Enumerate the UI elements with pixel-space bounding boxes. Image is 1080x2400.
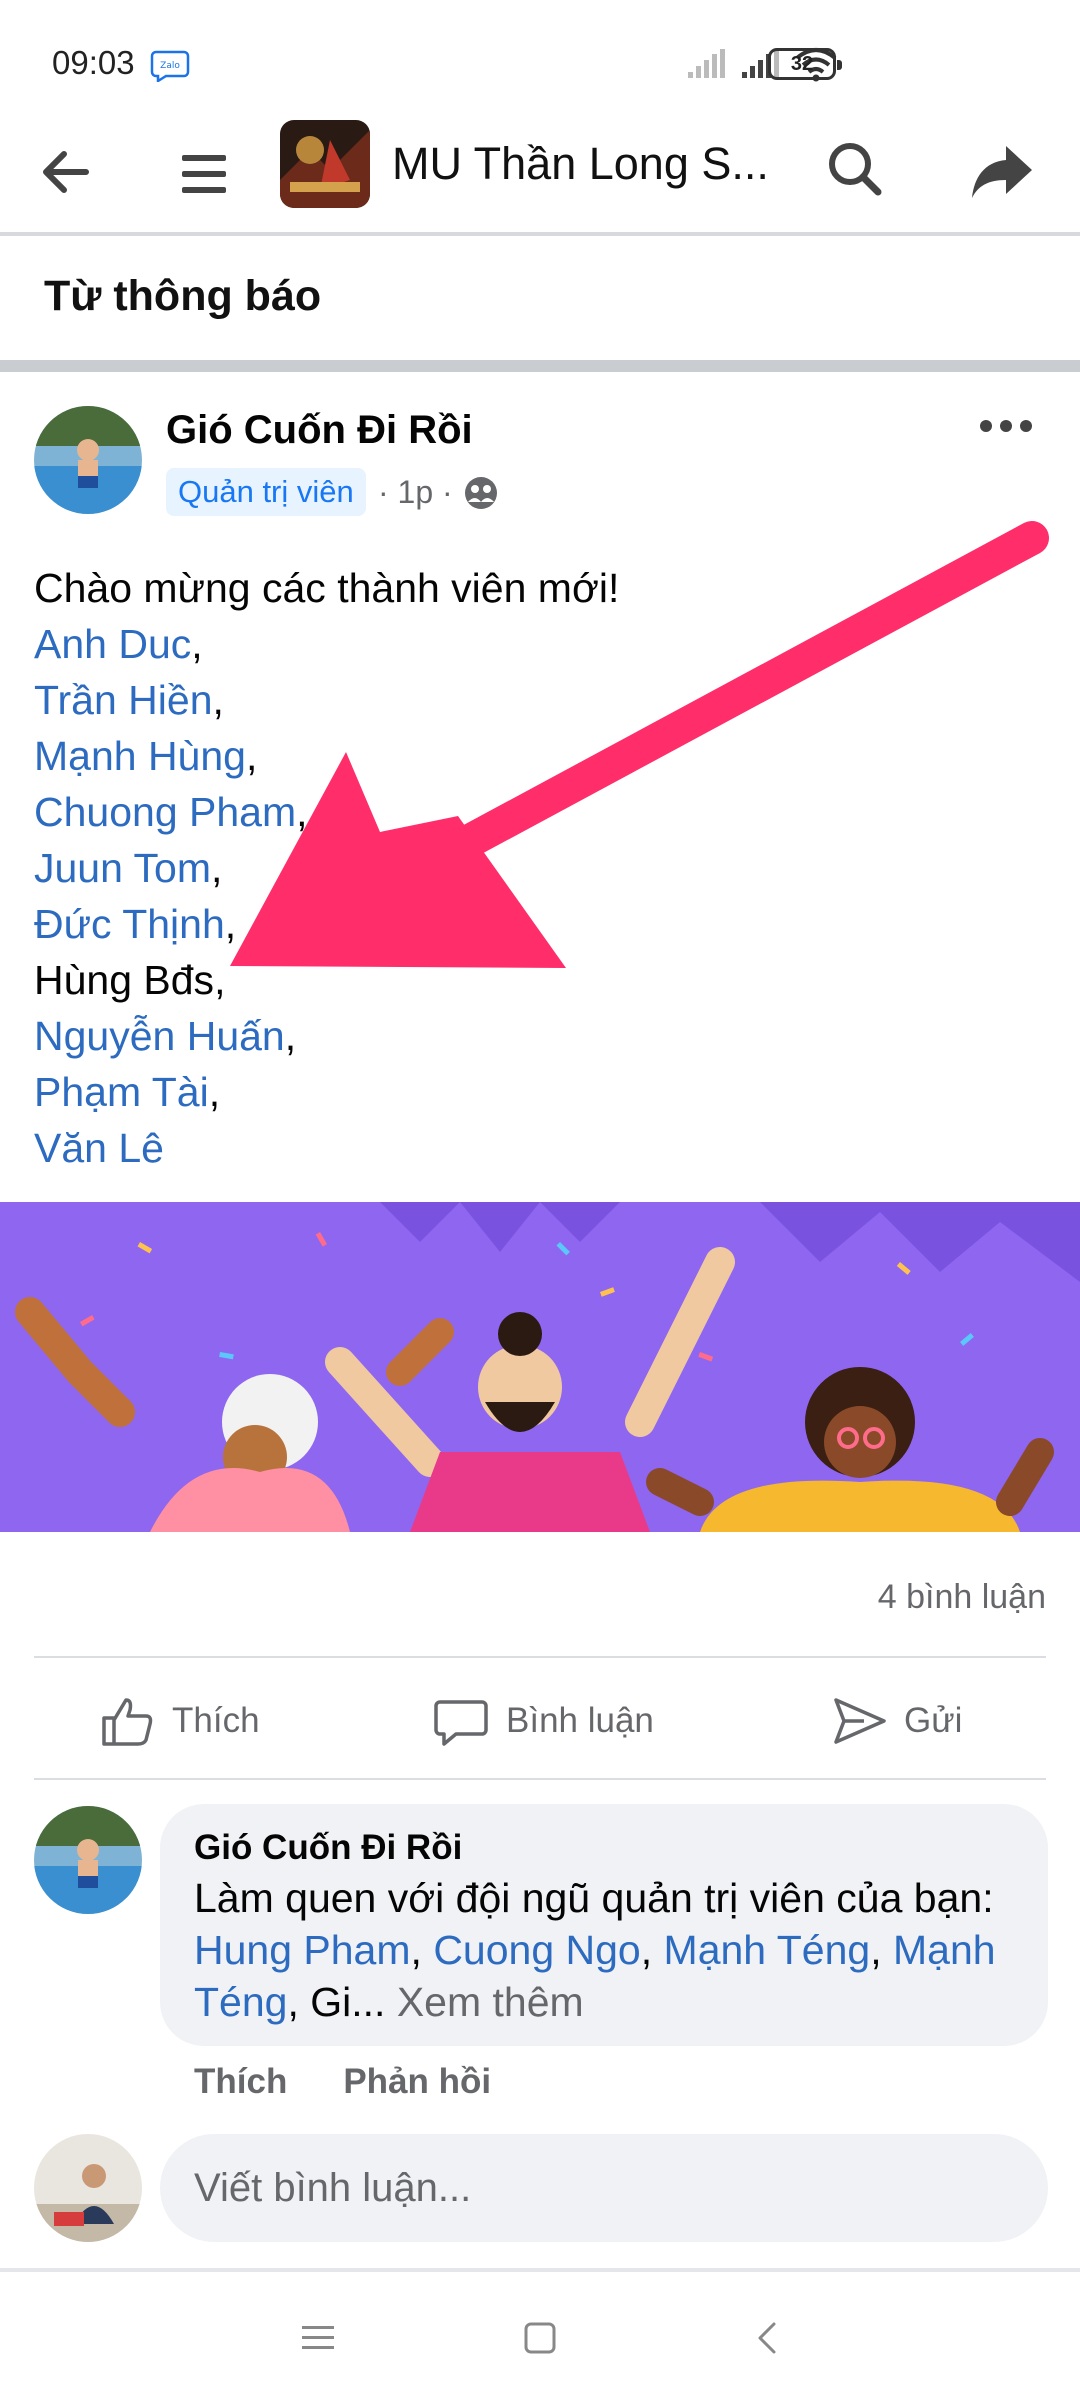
status-time: 09:03 xyxy=(52,44,135,81)
share-icon[interactable] xyxy=(966,136,1038,208)
member-name: Hùng Bđs xyxy=(34,957,215,1003)
member-name[interactable]: Trần Hiền xyxy=(34,677,213,723)
send-label: Gửi xyxy=(904,1701,963,1740)
back-arrow-icon[interactable] xyxy=(34,140,98,204)
comment-label: Bình luận xyxy=(506,1701,654,1740)
members-group-icon xyxy=(464,476,497,509)
zalo-icon: Zalo xyxy=(150,50,190,82)
post-time: · 1p · xyxy=(378,474,453,510)
app-header: MU Thần Long S... xyxy=(0,120,1080,236)
recent-apps-icon[interactable] xyxy=(296,2316,340,2360)
more-options-icon[interactable] xyxy=(976,406,1036,446)
like-icon xyxy=(102,1698,153,1746)
back-nav-icon[interactable] xyxy=(746,2316,790,2360)
comment-like-button[interactable]: Thích xyxy=(194,2062,287,2102)
send-button[interactable]: Gửi xyxy=(830,1692,962,1750)
status-bar: 09:03 Zalo 32 xyxy=(0,0,1080,120)
author-avatar[interactable] xyxy=(34,406,142,514)
divider xyxy=(34,1778,1046,1780)
mention-link[interactable]: Cuong Ngo xyxy=(433,1927,640,1973)
search-icon[interactable] xyxy=(822,136,888,202)
signal-icon xyxy=(688,49,725,78)
battery-indicator: 32 xyxy=(768,48,842,80)
like-button[interactable]: Thích xyxy=(98,1692,260,1750)
section-label: Từ thông báo xyxy=(44,272,322,320)
member-separator: , xyxy=(284,1013,297,1059)
comment-button[interactable]: Bình luận xyxy=(432,1692,654,1750)
current-user-avatar xyxy=(34,2134,142,2242)
group-name[interactable]: MU Thần Long S... xyxy=(392,138,792,190)
member-name[interactable]: Văn Lê xyxy=(34,1125,164,1171)
mention-link[interactable]: Mạnh Téng xyxy=(664,1927,871,1973)
post-meta: · 1p · xyxy=(378,474,499,511)
comment-input[interactable]: Viết bình luận... xyxy=(160,2134,1048,2242)
member-line: Văn Lê xyxy=(34,1120,619,1176)
post-author[interactable]: Gió Cuốn Đi Rồi xyxy=(166,408,473,453)
member-name[interactable]: Juun Tom xyxy=(34,845,211,891)
send-icon xyxy=(834,1698,886,1744)
comment-icon xyxy=(434,1700,488,1746)
annotation-arrow xyxy=(230,521,1049,968)
section-divider xyxy=(0,360,1080,372)
svg-text:Zalo: Zalo xyxy=(160,61,180,71)
member-line: Phạm Tài, xyxy=(34,1064,619,1120)
see-more-link[interactable]: Xem thêm xyxy=(397,1979,584,2025)
mention-link[interactable]: Hung Pham xyxy=(194,1927,411,1973)
menu-icon[interactable] xyxy=(172,142,236,206)
system-nav-bar xyxy=(0,2268,1080,2400)
member-line: Nguyễn Huấn, xyxy=(34,1008,619,1064)
comment-text: Làm quen với đội ngũ quản trị viên của b… xyxy=(194,1875,996,2025)
member-name[interactable]: Đức Thịnh xyxy=(34,901,225,947)
member-name[interactable]: Phạm Tài xyxy=(34,1069,209,1115)
comment-author[interactable]: Gió Cuốn Đi Rồi xyxy=(194,1824,1014,1872)
welcome-banner-image xyxy=(0,1202,1080,1532)
member-name[interactable]: Nguyễn Huấn xyxy=(34,1013,285,1059)
comment-reply-button[interactable]: Phản hồi xyxy=(343,2062,491,2102)
member-name[interactable]: Anh Duc xyxy=(34,621,191,667)
member-separator: , xyxy=(208,1069,221,1115)
divider xyxy=(34,1656,1046,1658)
comment-text-prefix: Làm quen với đội ngũ quản trị viên của b… xyxy=(194,1875,994,1921)
role-badge: Quản trị viên xyxy=(166,468,366,516)
comment-count[interactable]: 4 bình luận xyxy=(878,1578,1046,1617)
home-icon[interactable] xyxy=(518,2316,562,2360)
comment-actions: Thích Phản hồi xyxy=(194,2062,491,2102)
member-separator: , xyxy=(191,621,203,667)
like-label: Thích xyxy=(172,1701,260,1740)
commenter-avatar[interactable] xyxy=(34,1806,142,1914)
comment-input-placeholder: Viết bình luận... xyxy=(194,2165,472,2210)
post-actions: Thích Bình luận Gửi xyxy=(0,1662,1080,1778)
group-thumbnail[interactable] xyxy=(280,120,370,208)
comment-text-tail: , Gi... xyxy=(287,1979,386,2025)
comment-bubble[interactable]: Gió Cuốn Đi Rồi Làm quen với đội ngũ quả… xyxy=(160,1804,1048,2046)
